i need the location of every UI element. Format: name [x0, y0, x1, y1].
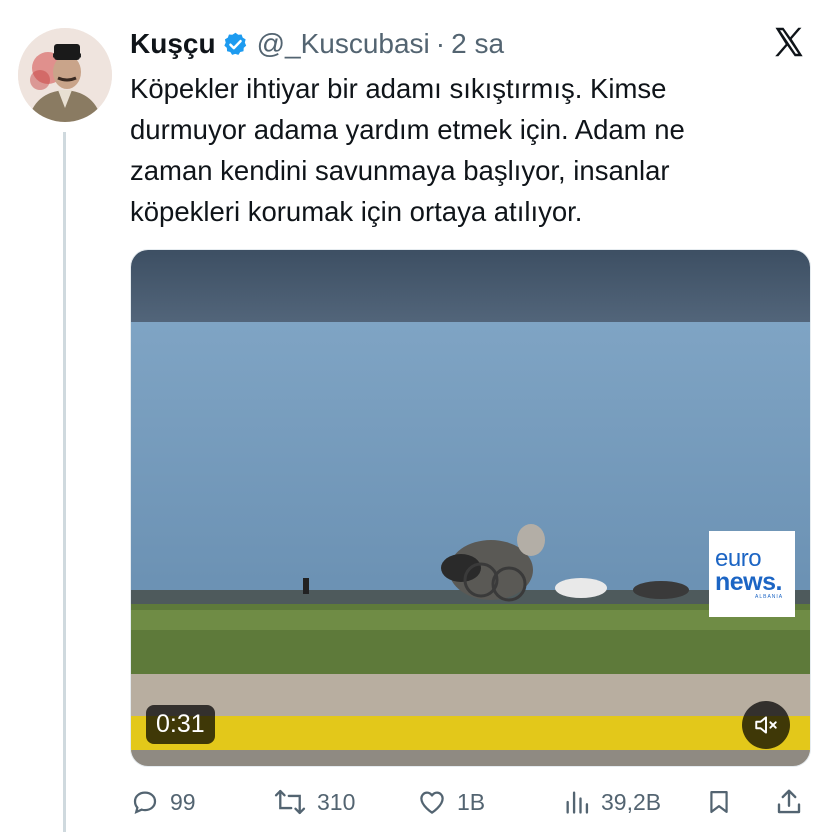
watermark-line2: news.: [715, 568, 782, 596]
action-bar: 99 310 1B 39,2B: [130, 780, 810, 824]
tweet-text-line: zaman kendini savunmaya başlıyor, insanl…: [130, 155, 670, 186]
tweet-text-line: köpekleri korumak için ortaya atılıyor.: [130, 196, 583, 227]
reply-icon: [133, 791, 157, 814]
muted-speaker-icon: [755, 716, 777, 734]
heart-icon: [420, 791, 444, 814]
mute-button[interactable]: [742, 701, 790, 749]
views-count: 39,2B: [601, 788, 662, 815]
avatar[interactable]: [18, 28, 112, 122]
display-name[interactable]: Kuşçu: [130, 28, 216, 60]
verified-badge-icon: [222, 31, 249, 58]
header-separator: ·: [435, 28, 446, 59]
reply-count: 99: [170, 788, 196, 815]
watermark-line1: euro: [715, 545, 762, 572]
user-handle[interactable]: @_Kuscubasi: [257, 28, 430, 60]
views-chart-icon: [566, 791, 589, 814]
bookmark-button[interactable]: [705, 780, 743, 824]
tweet-text-line: durmuyor adama yardım etmek için. Adam n…: [130, 114, 685, 145]
video-frame: [131, 250, 810, 766]
euronews-watermark: euro news. ALBANIA: [709, 531, 795, 617]
tweet-text: Köpekler ihtiyar bir adamı sıkıştırmış. …: [130, 68, 800, 232]
tweet-header: Kuşçu @_Kuscubasi · 2 sa: [130, 24, 504, 64]
video-duration: 0:31: [146, 705, 215, 744]
reply-button[interactable]: 99: [130, 780, 196, 824]
thread-line: [63, 132, 66, 832]
timestamp[interactable]: 2 sa: [451, 28, 504, 60]
repost-button[interactable]: 310: [273, 780, 355, 824]
video-player[interactable]: euro news. ALBANIA 0:31: [130, 249, 811, 767]
bookmark-icon: [710, 790, 728, 814]
share-button[interactable]: [774, 780, 814, 824]
tweet-text-line: Köpekler ihtiyar bir adamı sıkıştırmış. …: [130, 73, 667, 104]
views-button[interactable]: 39,2B: [563, 780, 661, 824]
share-icon: [777, 789, 801, 814]
watermark-line3: ALBANIA: [755, 594, 784, 600]
x-logo-icon[interactable]: [771, 24, 807, 60]
like-button[interactable]: 1B: [417, 780, 485, 824]
repost-icon: [274, 789, 306, 815]
like-count: 1B: [457, 788, 486, 815]
repost-count: 310: [317, 788, 356, 815]
